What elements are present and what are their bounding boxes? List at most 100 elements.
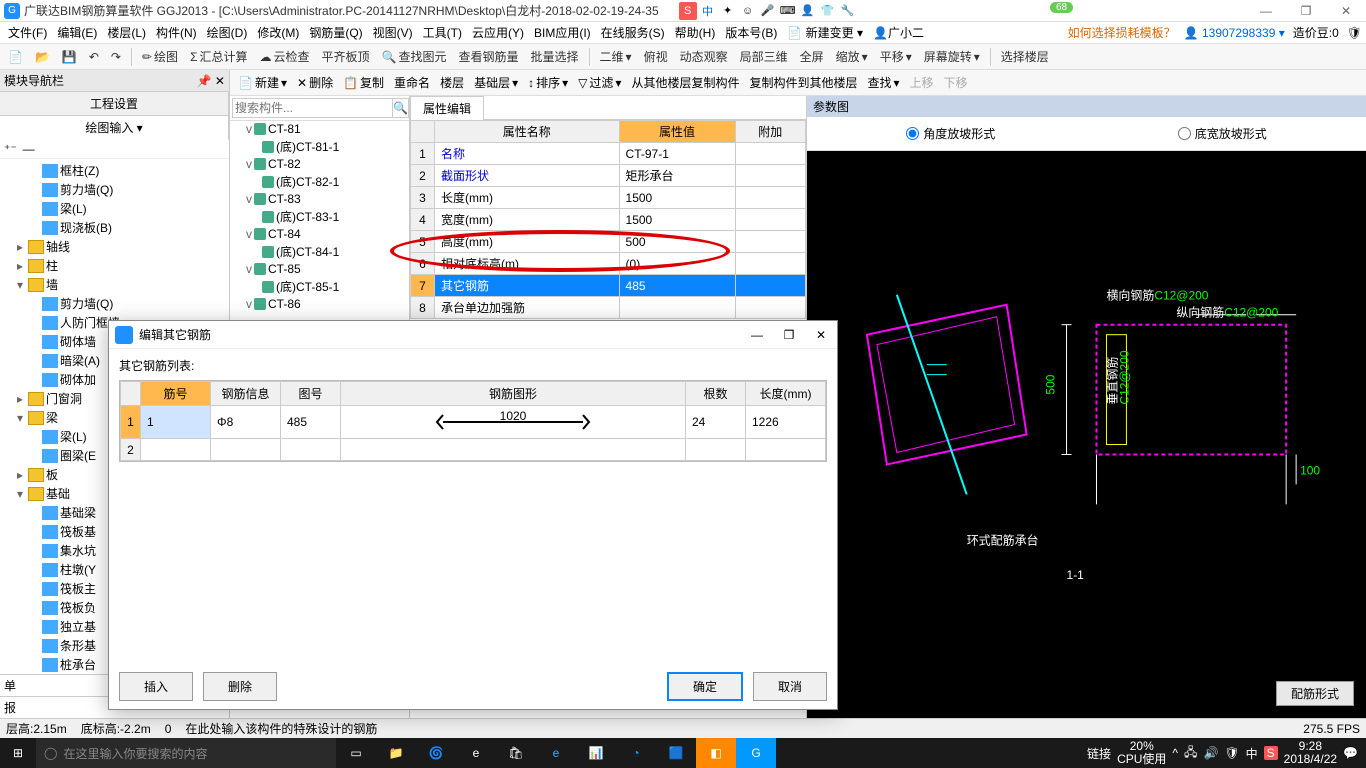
prop-row[interactable]: 5高度(mm)500 xyxy=(411,231,806,253)
ct-node[interactable]: v CT-82 xyxy=(230,156,409,172)
ggj-icon[interactable]: G xyxy=(736,738,776,768)
ct-find[interactable]: 查找▾ xyxy=(863,72,903,93)
menu-draw[interactable]: 绘图(D) xyxy=(203,22,252,43)
ct-node[interactable]: v CT-86 xyxy=(230,296,409,312)
radio-width[interactable]: 底宽放坡形式 xyxy=(1178,125,1267,142)
ime-i1[interactable]: ✦ xyxy=(719,2,737,20)
tb-open[interactable]: 📂 xyxy=(31,48,54,66)
maximize-button[interactable]: ❐ xyxy=(1286,0,1326,22)
phone-link[interactable]: 👤 13907298339 ▾ xyxy=(1184,26,1285,40)
menu-bim[interactable]: BIM应用(I) xyxy=(530,22,595,43)
ct-copyfrom[interactable]: 从其他楼层复制构件 xyxy=(627,72,743,93)
app2-icon[interactable]: 📊 xyxy=(576,738,616,768)
insert-button[interactable]: 插入 xyxy=(119,672,193,701)
search-input[interactable] xyxy=(232,98,393,118)
menu-user[interactable]: 👤广小二 xyxy=(869,22,928,43)
collapse-icon[interactable]: — xyxy=(23,142,35,156)
tray-ime-icon[interactable]: 中 xyxy=(1246,745,1258,762)
close-button[interactable]: ✕ xyxy=(1326,0,1366,22)
ct-rename[interactable]: 重命名 xyxy=(390,72,434,93)
delete-button[interactable]: 删除 xyxy=(203,672,277,701)
rebar-form-button[interactable]: 配筋形式 xyxy=(1276,681,1354,706)
app5-icon[interactable]: ◧ xyxy=(696,738,736,768)
tree-node[interactable]: ▸轴线 xyxy=(0,237,229,256)
menu-cloud[interactable]: 云应用(Y) xyxy=(468,22,528,43)
app1-icon[interactable]: 🌀 xyxy=(416,738,456,768)
tb-rot[interactable]: 屏幕旋转 ▾ xyxy=(920,46,984,67)
ct-node[interactable]: (底)CT-83-1 xyxy=(230,207,409,226)
help-link[interactable]: 如何选择损耗模板？ xyxy=(1068,24,1176,41)
ime-i5[interactable]: 👤 xyxy=(799,2,817,20)
tray-up-icon[interactable]: ^ xyxy=(1172,746,1178,760)
dialog-max[interactable]: ❐ xyxy=(779,328,799,342)
search-button[interactable]: 🔍 xyxy=(393,98,409,118)
prop-row[interactable]: 6相对底标高(m)(0) xyxy=(411,253,806,275)
ct-node[interactable]: v CT-81 xyxy=(230,121,409,137)
panel-pin-icon[interactable]: 📌 ✕ xyxy=(197,74,225,88)
ime-i7[interactable]: 🔧 xyxy=(839,2,857,20)
prop-row[interactable]: 1名称CT-97-1 xyxy=(411,143,806,165)
ct-node[interactable]: (底)CT-82-1 xyxy=(230,172,409,191)
ime-i2[interactable]: ☺ xyxy=(739,2,757,20)
shield-icon[interactable]: 🛡 xyxy=(1347,26,1362,40)
ct-copy[interactable]: 📋复制 xyxy=(339,72,388,93)
ct-node[interactable]: (底)CT-81-1 xyxy=(230,137,409,156)
radio-angle[interactable]: 角度放坡形式 xyxy=(906,125,995,142)
ct-copyto[interactable]: 复制构件到其他楼层 xyxy=(745,72,861,93)
tb-new[interactable]: 📄 xyxy=(4,48,27,66)
col-shape[interactable]: 钢筋图形 xyxy=(341,382,686,406)
tb-redo[interactable]: ↷ xyxy=(107,48,125,66)
col-id[interactable]: 筋号 xyxy=(141,382,211,406)
ct-new[interactable]: 📄新建▾ xyxy=(234,72,291,93)
ime-i3[interactable]: 🎤 xyxy=(759,2,777,20)
tb-full[interactable]: 全屏 xyxy=(796,46,828,67)
tb-undo[interactable]: ↶ xyxy=(85,48,103,66)
ct-base[interactable]: 基础层▾ xyxy=(470,72,522,93)
prop-row[interactable]: 8承台单边加强筋 xyxy=(411,297,806,319)
menu-online[interactable]: 在线服务(S) xyxy=(597,22,669,43)
tb-batch[interactable]: 批量选择 xyxy=(527,46,583,67)
col-info[interactable]: 钢筋信息 xyxy=(211,382,281,406)
ct-del[interactable]: ✕删除 xyxy=(293,72,337,93)
ct-node[interactable]: (底)CT-84-1 xyxy=(230,242,409,261)
menu-tool[interactable]: 工具(T) xyxy=(419,22,466,43)
ime-lang[interactable]: 中 xyxy=(699,2,717,20)
tb-save[interactable]: 💾 xyxy=(58,48,81,66)
rebar-table[interactable]: 筋号 钢筋信息 图号 钢筋图形 根数 长度(mm) 1 1 Φ8 485 102… xyxy=(119,380,827,462)
param-canvas[interactable]: 500 100 横向钢筋C12@200 纵向钢筋C12@200 垂直钢筋 C12… xyxy=(807,151,1366,718)
ct-node[interactable]: v CT-83 xyxy=(230,191,409,207)
ct-node[interactable]: (底)CT-85-1 xyxy=(230,277,409,296)
menu-modify[interactable]: 修改(M) xyxy=(253,22,303,43)
taskbar[interactable]: ⊞ ◯ 在这里输入你要搜索的内容 ▭ 📁 🌀 e 🛍 e 📊 ◔ 🟦 ◧ G 链… xyxy=(0,738,1366,768)
prop-row[interactable]: 7其它钢筋485 xyxy=(411,275,806,297)
col-count[interactable]: 根数 xyxy=(686,382,746,406)
tray-cpu[interactable]: 20%CPU使用 xyxy=(1117,740,1166,766)
store-icon[interactable]: 🛍 xyxy=(496,738,536,768)
tree-node[interactable]: 剪力墙(Q) xyxy=(0,294,229,313)
property-grid[interactable]: 属性名称属性值附加 1名称CT-97-12截面形状矩形承台3长度(mm)1500… xyxy=(410,120,806,319)
tb-2d[interactable]: 二维 ▾ xyxy=(596,46,636,67)
menu-help[interactable]: 帮助(H) xyxy=(671,22,720,43)
tb-cloud[interactable]: ☁云检查 xyxy=(256,46,314,67)
explorer-icon[interactable]: 📁 xyxy=(376,738,416,768)
ct-floor[interactable]: 楼层 xyxy=(436,72,468,93)
col-len[interactable]: 长度(mm) xyxy=(746,382,826,406)
start-button[interactable]: ⊞ xyxy=(0,738,36,768)
tray-vol-icon[interactable]: 🔊 xyxy=(1203,746,1218,760)
menu-comp[interactable]: 构件(N) xyxy=(152,22,201,43)
app3-icon[interactable]: ◔ xyxy=(616,738,656,768)
ct-node[interactable]: v CT-84 xyxy=(230,226,409,242)
tb-view-rebar[interactable]: 查看钢筋量 xyxy=(455,46,523,67)
edge-icon[interactable]: e xyxy=(456,738,496,768)
dialog-min[interactable]: — xyxy=(747,328,767,342)
prop-row[interactable]: 4宽度(mm)1500 xyxy=(411,209,806,231)
menu-edit[interactable]: 编辑(E) xyxy=(53,22,101,43)
prop-tab[interactable]: 属性编辑 xyxy=(410,96,484,120)
ct-filter[interactable]: ▽过滤▾ xyxy=(574,72,625,93)
menu-file[interactable]: 文件(F) xyxy=(4,22,51,43)
ime-i4[interactable]: ⌨ xyxy=(779,2,797,20)
menu-new-change[interactable]: 📄 新建变更 ▾ xyxy=(783,22,867,43)
col-fig[interactable]: 图号 xyxy=(281,382,341,406)
menu-view[interactable]: 视图(V) xyxy=(369,22,417,43)
tray-shield-icon[interactable]: 🛡 xyxy=(1224,746,1239,760)
